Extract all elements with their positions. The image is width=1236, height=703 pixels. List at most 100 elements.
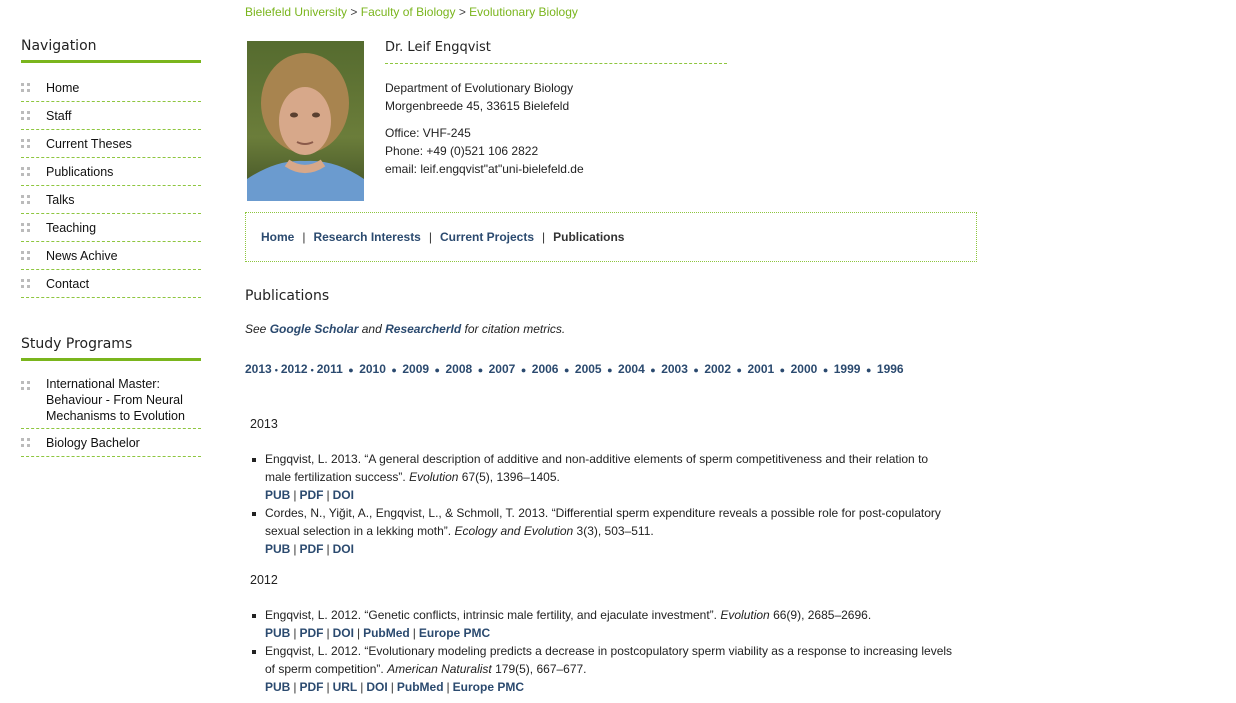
nav-item-teaching[interactable]: Teaching bbox=[21, 215, 201, 242]
year-link-2005[interactable]: 2005 bbox=[575, 362, 602, 376]
year-separator: • bbox=[310, 365, 314, 375]
study-program-item[interactable]: International Master: Behaviour - From N… bbox=[21, 373, 201, 429]
nav-item-home[interactable]: Home bbox=[21, 75, 201, 102]
link-separator: | bbox=[390, 680, 394, 694]
researcherid-link[interactable]: ResearcherId bbox=[385, 322, 461, 336]
tab-current-projects[interactable]: Current Projects bbox=[440, 230, 534, 244]
pub-link-pdf[interactable]: PDF bbox=[299, 626, 323, 640]
study-programs-heading: Study Programs bbox=[21, 336, 201, 361]
nav-item-publications[interactable]: Publications bbox=[21, 159, 201, 186]
year-link-2011[interactable]: 2011 bbox=[317, 362, 343, 376]
pub-link-pubmed[interactable]: PubMed bbox=[397, 680, 444, 694]
breadcrumb-university[interactable]: Bielefeld University bbox=[245, 5, 347, 19]
pub-link-doi[interactable]: DOI bbox=[366, 680, 387, 694]
nav-item-talks[interactable]: Talks bbox=[21, 187, 201, 214]
pub-journal: Ecology and Evolution bbox=[454, 524, 574, 538]
year-separator: ● bbox=[345, 365, 357, 375]
year-link-2013[interactable]: 2013 bbox=[245, 362, 272, 376]
year-link-2008[interactable]: 2008 bbox=[445, 362, 472, 376]
link-separator: | bbox=[326, 542, 330, 556]
bullet-icon bbox=[252, 614, 256, 618]
study-program-item[interactable]: Biology Bachelor bbox=[21, 430, 201, 457]
pub-link-europe-pmc[interactable]: Europe PMC bbox=[419, 626, 490, 640]
pub-journal: American Naturalist bbox=[387, 662, 492, 676]
pub-link-pub[interactable]: PUB bbox=[265, 680, 290, 694]
tab-separator: | bbox=[428, 230, 432, 244]
tab-research-interests[interactable]: Research Interests bbox=[313, 230, 420, 244]
year-link-2000[interactable]: 2000 bbox=[791, 362, 818, 376]
person-name: Dr. Leif Engqvist bbox=[385, 40, 727, 64]
pub-links: PUB | PDF | DOI bbox=[265, 540, 955, 558]
year-link-2007[interactable]: 2007 bbox=[489, 362, 516, 376]
year-separator: ● bbox=[863, 365, 874, 375]
pub-title: “Evolutionary modeling predicts a decrea… bbox=[265, 644, 953, 676]
year-link-2004[interactable]: 2004 bbox=[618, 362, 645, 376]
breadcrumb-department[interactable]: Evolutionary Biology bbox=[469, 5, 578, 19]
nav-item-staff[interactable]: Staff bbox=[21, 103, 201, 130]
nav-item-current-theses[interactable]: Current Theses bbox=[21, 131, 201, 158]
nav-item-label: News Achive bbox=[46, 249, 118, 263]
year-link-2010[interactable]: 2010 bbox=[359, 362, 386, 376]
link-separator: | bbox=[326, 626, 330, 640]
year-heading: 2013 bbox=[250, 417, 278, 431]
profile-photo bbox=[247, 41, 364, 201]
nav-item-contact[interactable]: Contact bbox=[21, 271, 201, 298]
pub-volume: 3(3), 503–511. bbox=[576, 524, 654, 538]
pub-link-pub[interactable]: PUB bbox=[265, 626, 290, 640]
office-text: Office: VHF-245 bbox=[385, 126, 471, 140]
address-block: Department of Evolutionary Biology Morge… bbox=[385, 79, 573, 115]
pub-link-pdf[interactable]: PDF bbox=[299, 680, 323, 694]
grip-dots-icon bbox=[21, 167, 31, 177]
pub-link-pdf[interactable]: PDF bbox=[299, 542, 323, 556]
study-programs-list: International Master: Behaviour - From N… bbox=[21, 373, 201, 457]
grip-dots-icon bbox=[21, 438, 31, 448]
nav-item-news-achive[interactable]: News Achive bbox=[21, 243, 201, 270]
year-separator: ● bbox=[518, 365, 529, 375]
citation-note: See Google Scholar and ResearcherId for … bbox=[245, 322, 565, 336]
pub-link-pub[interactable]: PUB bbox=[265, 542, 290, 556]
tab-publications[interactable]: Publications bbox=[553, 230, 624, 244]
navigation-heading: Navigation bbox=[21, 38, 201, 63]
year-separator: ● bbox=[561, 365, 572, 375]
see-text: See bbox=[245, 322, 267, 336]
year-link-2002[interactable]: 2002 bbox=[704, 362, 731, 376]
year-link-2009[interactable]: 2009 bbox=[402, 362, 429, 376]
contact-block: Office: VHF-245 Phone: +49 (0)521 106 28… bbox=[385, 124, 584, 178]
pub-links: PUB | PDF | DOI bbox=[265, 486, 955, 504]
google-scholar-link[interactable]: Google Scholar bbox=[270, 322, 359, 336]
year-link-2006[interactable]: 2006 bbox=[532, 362, 559, 376]
street-address: Morgenbreede 45, 33615 Bielefeld bbox=[385, 99, 570, 113]
pub-journal: Evolution bbox=[409, 470, 459, 484]
year-link-2001[interactable]: 2001 bbox=[747, 362, 774, 376]
publication-item: Engqvist, L. 2013. “A general descriptio… bbox=[250, 450, 955, 504]
citation-text: for citation metrics. bbox=[464, 322, 566, 336]
pub-link-pubmed[interactable]: PubMed bbox=[363, 626, 410, 640]
pub-link-europe-pmc[interactable]: Europe PMC bbox=[453, 680, 524, 694]
pub-link-url[interactable]: URL bbox=[333, 680, 358, 694]
study-program-label: International Master: Behaviour - From N… bbox=[46, 377, 185, 423]
breadcrumb: Bielefeld University > Faculty of Biolog… bbox=[245, 5, 578, 19]
pub-title: “Genetic conflicts, intrinsic male ferti… bbox=[364, 608, 718, 622]
nav-item-label: Publications bbox=[46, 165, 114, 179]
pub-link-doi[interactable]: DOI bbox=[333, 626, 354, 640]
tab-home[interactable]: Home bbox=[261, 230, 294, 244]
link-separator: | bbox=[412, 626, 416, 640]
email-text: email: leif.engqvist"at"uni-bielefeld.de bbox=[385, 162, 584, 176]
pub-link-doi[interactable]: DOI bbox=[333, 542, 354, 556]
and-text: and bbox=[361, 322, 382, 336]
link-separator: | bbox=[446, 680, 450, 694]
bullet-icon bbox=[252, 512, 256, 516]
pub-link-doi[interactable]: DOI bbox=[333, 488, 354, 502]
pub-link-pdf[interactable]: PDF bbox=[299, 488, 323, 502]
year-separator: ● bbox=[604, 365, 616, 375]
year-link-1999[interactable]: 1999 bbox=[834, 362, 861, 376]
pub-link-pub[interactable]: PUB bbox=[265, 488, 290, 502]
breadcrumb-faculty[interactable]: Faculty of Biology bbox=[361, 5, 456, 19]
year-link-2012[interactable]: 2012 bbox=[281, 362, 308, 376]
year-link-1996[interactable]: 1996 bbox=[877, 362, 904, 376]
profile-tabs: Home | Research Interests | Current Projects… bbox=[245, 212, 977, 262]
nav-item-label: Staff bbox=[46, 109, 72, 123]
grip-dots-icon bbox=[21, 381, 31, 391]
pub-volume: 66(9), 2685–2696. bbox=[773, 608, 872, 622]
year-link-2003[interactable]: 2003 bbox=[661, 362, 688, 376]
